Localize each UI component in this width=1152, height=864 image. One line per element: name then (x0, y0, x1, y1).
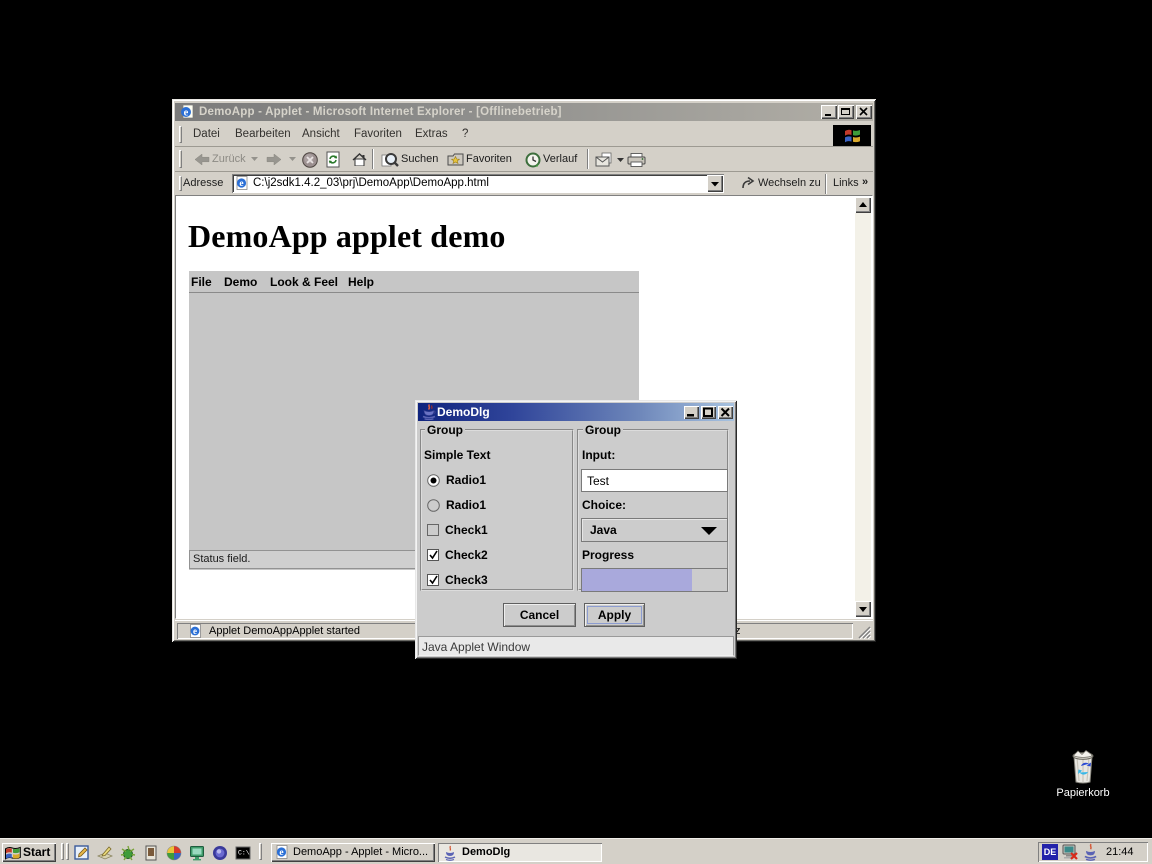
svg-text:e: e (193, 626, 197, 636)
svg-text:C:\: C:\ (238, 850, 250, 857)
svg-text:e: e (279, 848, 283, 858)
svg-text:e: e (239, 179, 243, 189)
svg-text:e: e (184, 107, 189, 118)
